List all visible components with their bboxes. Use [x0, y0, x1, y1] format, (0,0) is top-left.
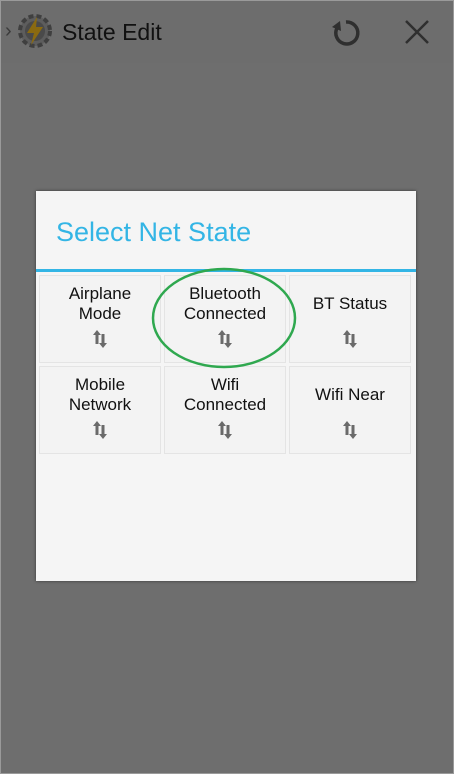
up-down-arrows-icon: [93, 330, 107, 348]
net-state-bluetooth-connected[interactable]: Bluetooth Connected: [164, 275, 286, 363]
title-divider: [36, 269, 416, 272]
undo-icon[interactable]: [328, 15, 364, 51]
net-state-bt-status[interactable]: BT Status: [289, 275, 411, 363]
net-state-grid: Airplane Mode Bluetooth Connected BT Sta…: [39, 275, 413, 457]
app-icon[interactable]: [15, 11, 55, 51]
dialog-title: Select Net State: [56, 217, 252, 247]
up-down-arrows-icon: [93, 421, 107, 439]
net-state-wifi-connected[interactable]: Wifi Connected: [164, 366, 286, 454]
screen: › State Edit Select Net State Airplane M…: [0, 0, 454, 774]
up-down-arrows-icon: [343, 421, 357, 439]
action-bar: › State Edit: [1, 1, 453, 63]
item-label: Mobile Network: [68, 375, 132, 414]
item-label: Wifi Connected: [183, 375, 267, 414]
net-state-airplane-mode[interactable]: Airplane Mode: [39, 275, 161, 363]
item-label: Airplane Mode: [68, 284, 132, 323]
item-label: Bluetooth Connected: [183, 284, 267, 323]
item-label: BT Status: [312, 294, 388, 313]
up-down-arrows-icon: [218, 421, 232, 439]
up-down-arrows-icon: [218, 330, 232, 348]
select-net-state-dialog: Select Net State Airplane Mode Bluetooth…: [36, 191, 416, 581]
net-state-wifi-near[interactable]: Wifi Near: [289, 366, 411, 454]
item-label: Wifi Near: [315, 385, 385, 404]
up-down-arrows-icon: [343, 330, 357, 348]
back-chevron-icon[interactable]: ›: [5, 19, 15, 43]
net-state-mobile-network[interactable]: Mobile Network: [39, 366, 161, 454]
close-icon[interactable]: [400, 15, 434, 49]
screen-title: State Edit: [62, 19, 162, 45]
